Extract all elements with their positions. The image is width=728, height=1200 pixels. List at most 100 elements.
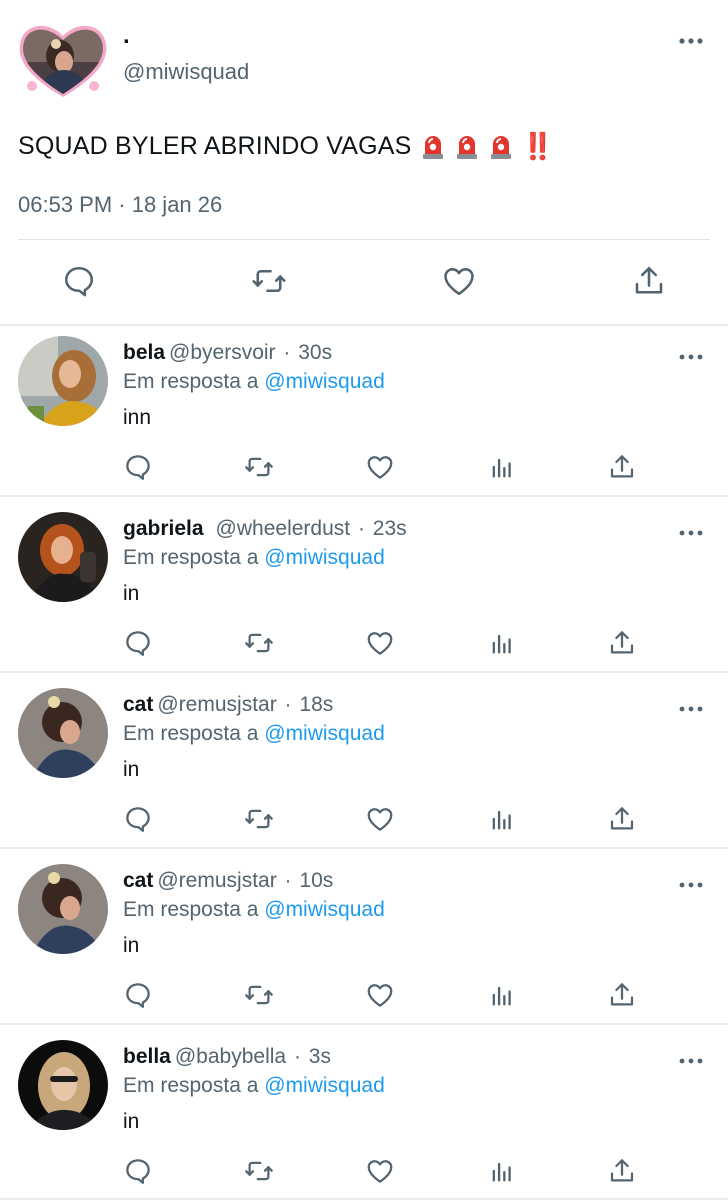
retweet-icon[interactable] <box>243 803 275 835</box>
like-icon[interactable] <box>440 262 478 300</box>
analytics-icon[interactable] <box>486 803 518 835</box>
avatar[interactable] <box>18 336 108 426</box>
display-name[interactable]: gabriela <box>123 517 204 540</box>
reply-tweet[interactable]: cat @remusjstar · 18s Em resposta a @miwi… <box>0 678 728 854</box>
replying-to-label: Em resposta a <box>123 898 259 921</box>
share-icon[interactable] <box>606 627 638 659</box>
reply-header: cat @remusjstar · 10s <box>123 868 333 894</box>
share-icon[interactable] <box>606 451 638 483</box>
avatar[interactable] <box>18 1040 108 1130</box>
replying-to-link[interactable]: @miwisquad <box>264 546 385 569</box>
reply-icon[interactable] <box>122 803 154 835</box>
reply-action-bar <box>0 803 728 837</box>
user-handle[interactable]: @remusjstar <box>157 869 276 892</box>
retweet-icon[interactable] <box>243 979 275 1011</box>
reply-time[interactable]: 3s <box>309 1045 331 1068</box>
replying-to: Em resposta a @miwisquad <box>123 545 385 571</box>
reply-header: gabriela @wheelerdust · 23s <box>123 516 407 542</box>
reply-icon[interactable] <box>122 1155 154 1187</box>
share-icon[interactable] <box>606 803 638 835</box>
replying-to-label: Em resposta a <box>123 1074 259 1097</box>
replying-to: Em resposta a @miwisquad <box>123 369 385 395</box>
like-icon[interactable] <box>364 451 396 483</box>
replying-to: Em resposta a @miwisquad <box>123 897 385 923</box>
share-icon[interactable] <box>606 979 638 1011</box>
more-options-icon[interactable] <box>678 701 704 712</box>
more-options-icon[interactable] <box>678 525 704 536</box>
reply-action-bar <box>0 1155 728 1189</box>
retweet-icon[interactable] <box>243 627 275 659</box>
replying-to: Em resposta a @miwisquad <box>123 1073 385 1099</box>
retweet-icon[interactable] <box>243 1155 275 1187</box>
retweet-icon[interactable] <box>243 451 275 483</box>
reply-tweet[interactable]: cat @remusjstar · 10s Em resposta a @miwi… <box>0 854 728 1030</box>
reply-header: bela @byersvoir · 30s <box>123 340 332 366</box>
tweet-text: SQUAD BYLER ABRINDO VAGAS ‼️ <box>18 130 554 162</box>
replying-to-link[interactable]: @miwisquad <box>264 370 385 393</box>
user-handle[interactable]: @babybella <box>175 1045 286 1068</box>
replying-to-link[interactable]: @miwisquad <box>264 1074 385 1097</box>
like-icon[interactable] <box>364 803 396 835</box>
analytics-icon[interactable] <box>486 451 518 483</box>
avatar[interactable] <box>18 22 108 98</box>
share-icon[interactable] <box>630 262 668 300</box>
like-icon[interactable] <box>364 627 396 659</box>
analytics-icon[interactable] <box>486 627 518 659</box>
user-handle[interactable]: @byersvoir <box>169 341 276 364</box>
divider <box>0 495 728 497</box>
separator-dot: · <box>357 517 365 540</box>
replying-to-link[interactable]: @miwisquad <box>264 898 385 921</box>
tweet-timestamp[interactable]: 06:53 PM · 18 jan 26 <box>18 191 222 219</box>
reply-time[interactable]: 30s <box>298 341 332 364</box>
siren-emoji-icon <box>420 132 446 160</box>
avatar[interactable] <box>18 688 108 778</box>
reply-tweet[interactable]: bella @babybella · 3s Em resposta a @miwi… <box>0 1030 728 1200</box>
like-icon[interactable] <box>364 979 396 1011</box>
reply-icon[interactable] <box>122 627 154 659</box>
replying-to-label: Em resposta a <box>123 722 259 745</box>
reply-icon[interactable] <box>122 979 154 1011</box>
more-options-icon[interactable] <box>678 877 704 888</box>
analytics-icon[interactable] <box>486 1155 518 1187</box>
reply-icon[interactable] <box>60 262 98 300</box>
user-handle[interactable]: @miwisquad <box>123 59 249 85</box>
double-exclamation-emoji: ‼️ <box>521 131 554 161</box>
display-name[interactable]: . <box>123 24 130 48</box>
reply-time[interactable]: 23s <box>373 517 407 540</box>
retweet-icon[interactable] <box>250 262 288 300</box>
divider <box>0 847 728 849</box>
reply-header: cat @remusjstar · 18s <box>123 692 333 718</box>
siren-emoji-icon <box>454 132 480 160</box>
main-tweet: . @miwisquad SQUAD BYLER ABRINDO VAGAS ‼… <box>0 0 728 326</box>
replying-to-label: Em resposta a <box>123 546 259 569</box>
more-options-icon[interactable] <box>678 1053 704 1064</box>
user-handle[interactable]: @wheelerdust <box>216 517 351 540</box>
display-name[interactable]: cat <box>123 693 153 716</box>
more-options-icon[interactable] <box>678 349 704 360</box>
reply-tweet[interactable]: gabriela @wheelerdust · 23s Em resposta a… <box>0 502 728 678</box>
display-name[interactable]: bella <box>123 1045 171 1068</box>
reply-text: inn <box>123 406 152 429</box>
reply-icon[interactable] <box>122 451 154 483</box>
tweet-action-bar <box>0 262 728 304</box>
display-name[interactable]: cat <box>123 869 153 892</box>
reply-header: bella @babybella · 3s <box>123 1044 331 1070</box>
analytics-icon[interactable] <box>486 979 518 1011</box>
like-icon[interactable] <box>364 1155 396 1187</box>
replying-to-label: Em resposta a <box>123 370 259 393</box>
separator-dot: · <box>284 693 292 716</box>
display-name[interactable]: bela <box>123 341 165 364</box>
separator-dot: · <box>283 341 291 364</box>
reply-text: in <box>123 934 140 957</box>
avatar[interactable] <box>18 512 108 602</box>
user-handle[interactable]: @remusjstar <box>157 693 276 716</box>
reply-time[interactable]: 10s <box>299 869 333 892</box>
heart-frame-avatar-icon <box>19 25 107 97</box>
more-options-icon[interactable] <box>678 34 704 48</box>
share-icon[interactable] <box>606 1155 638 1187</box>
reply-time[interactable]: 18s <box>299 693 333 716</box>
avatar[interactable] <box>18 864 108 954</box>
replying-to-link[interactable]: @miwisquad <box>264 722 385 745</box>
reply-tweet[interactable]: bela @byersvoir · 30s Em resposta a @miwi… <box>0 326 728 502</box>
reply-text: in <box>123 758 140 781</box>
